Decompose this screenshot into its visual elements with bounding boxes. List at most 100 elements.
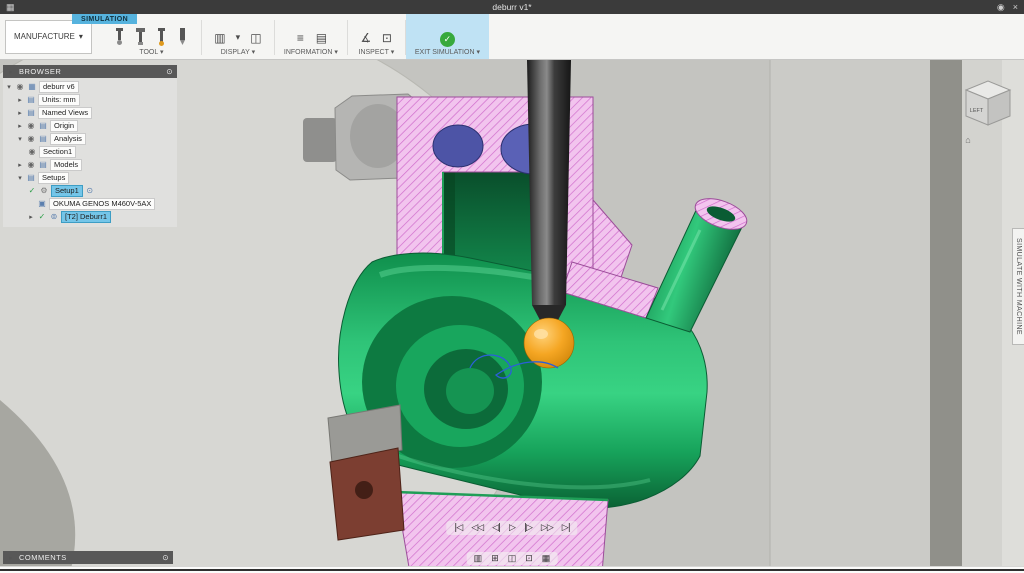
chevron-down-icon: ▾ xyxy=(79,32,83,41)
folder-icon: ▤ xyxy=(26,173,36,182)
browser-item-setup1[interactable]: ✓ ⚙ Setup1 ⊙ xyxy=(5,184,175,197)
browser-item-label[interactable]: OKUMA GENOS M460V-5AX xyxy=(49,198,155,210)
main-toolbar: MANUFACTURE ▾ SIMULATION TOOL ▾ xyxy=(0,14,1024,60)
toolbar-group-tool-label[interactable]: TOOL ▾ xyxy=(139,48,163,56)
browser-item-label[interactable]: Setup1 xyxy=(51,185,83,197)
tool-shaft-icon[interactable] xyxy=(153,28,171,47)
measure-icon[interactable]: ∡ xyxy=(357,28,375,47)
panel-options-icon[interactable]: ⊙ xyxy=(166,67,173,76)
home-view-icon[interactable]: ⌂ xyxy=(958,135,978,145)
tool-holder-icon[interactable] xyxy=(132,28,150,47)
collapse-panel-icon[interactable]: ▸ xyxy=(7,68,15,76)
expander-icon[interactable]: ▸ xyxy=(27,213,35,221)
operation-info-icon[interactable]: ▤ xyxy=(312,28,330,47)
visibility-eye-icon[interactable]: ◉ xyxy=(26,134,36,143)
browser-item-label[interactable]: Origin xyxy=(50,120,78,132)
playback-controls: |◁ ◁◁ ◁| ▷ |▷ ▷▷ ▷| xyxy=(446,521,577,535)
timeline-scrubber[interactable] xyxy=(0,569,1024,571)
browser-item-analysis[interactable]: ▾ ◉ ▤ Analysis xyxy=(5,132,175,145)
statistics-icon[interactable]: ≡ xyxy=(291,28,309,47)
browser-header-label: BROWSER xyxy=(19,67,61,76)
browser-item-setups[interactable]: ▾ ▤ Setups xyxy=(5,171,175,184)
app-grid-icon[interactable]: ▦ xyxy=(6,3,15,12)
viewport-layout-icon[interactable]: ◫ xyxy=(508,553,517,564)
expander-icon[interactable]: ▸ xyxy=(16,122,24,130)
toolbar-group-display-label[interactable]: DISPLAY ▾ xyxy=(221,48,255,56)
exit-simulation-label: EXIT SIMULATION ▾ xyxy=(415,48,480,56)
visibility-eye-icon[interactable]: ◉ xyxy=(27,147,37,156)
simulate-with-machine-tab[interactable]: SIMULATE WITH MACHINE xyxy=(1012,228,1024,345)
workspace-label: MANUFACTURE xyxy=(14,32,75,41)
title-bar: ▦ deburr v1* ◉ × xyxy=(0,0,1024,14)
tab-simulation[interactable]: SIMULATION xyxy=(72,14,137,24)
step-forward-button[interactable]: |▷ xyxy=(521,522,535,534)
simulation-timeline[interactable] xyxy=(0,566,1024,573)
3d-viewport[interactable]: ▸ BROWSER ⊙ ▾ ◉ ▦ deburr v6 ▸ ▤ Units: m… xyxy=(0,60,1024,573)
browser-item-units[interactable]: ▸ ▤ Units: mm xyxy=(5,93,175,106)
expander-icon[interactable]: ▸ xyxy=(16,161,24,169)
browser-item-named-views[interactable]: ▸ ▤ Named Views xyxy=(5,106,175,119)
units-icon: ▤ xyxy=(26,95,36,104)
chevron-down-icon[interactable]: ▾ xyxy=(232,28,244,47)
comments-options-icon[interactable]: ⊙ xyxy=(162,553,169,562)
workspace-dropdown[interactable]: MANUFACTURE ▾ xyxy=(5,20,92,54)
browser-item-label[interactable]: deburr v6 xyxy=(39,81,79,93)
play-button[interactable]: ▷ xyxy=(506,522,518,534)
browser-item-label[interactable]: [T2] Deburr1 xyxy=(61,211,111,223)
expander-icon[interactable]: ▸ xyxy=(16,96,24,104)
exit-simulation-button[interactable]: ✓ EXIT SIMULATION ▾ xyxy=(406,14,489,59)
go-to-end-button[interactable]: ▷| xyxy=(559,522,573,534)
expander-icon[interactable]: ▾ xyxy=(16,174,24,182)
expander-icon[interactable]: ▾ xyxy=(5,83,13,91)
toolbar-group-information: ≡ ▤ INFORMATION ▾ xyxy=(275,14,347,59)
folder-icon: ▤ xyxy=(26,108,36,117)
user-avatar-icon[interactable]: ◉ xyxy=(997,3,1005,12)
document-title: deburr v1* xyxy=(492,2,531,12)
browser-panel: ▸ BROWSER ⊙ ▾ ◉ ▦ deburr v6 ▸ ▤ Units: m… xyxy=(3,65,177,227)
comments-label: COMMENTS xyxy=(19,553,67,562)
step-back-button[interactable]: ◁| xyxy=(489,522,503,534)
display-settings-icon[interactable]: ▥ xyxy=(474,553,483,564)
browser-item-label[interactable]: Models xyxy=(50,159,82,171)
folder-icon: ▤ xyxy=(38,160,48,169)
browser-item-models[interactable]: ▸ ◉ ▤ Models xyxy=(5,158,175,171)
tool-display-icon[interactable] xyxy=(111,28,129,47)
close-icon[interactable]: × xyxy=(1013,3,1018,12)
green-check-icon: ✓ xyxy=(440,32,455,47)
browser-item-label[interactable]: Units: mm xyxy=(38,94,80,106)
browser-item-machine[interactable]: ▣ OKUMA GENOS M460V-5AX xyxy=(5,197,175,210)
viewcube[interactable]: LEFT ⌂ xyxy=(958,74,1014,145)
browser-item-root[interactable]: ▾ ◉ ▦ deburr v6 xyxy=(5,80,175,93)
expander-icon[interactable]: ▾ xyxy=(16,135,24,143)
stock-display-icon[interactable]: ▥ xyxy=(211,28,229,47)
view-navigation-toolbar: ▥ ⊞ ◫ ⊡ ▦ xyxy=(467,552,558,565)
browser-header[interactable]: ▸ BROWSER ⊙ xyxy=(3,65,177,78)
go-to-start-button[interactable]: |◁ xyxy=(451,522,465,534)
browser-item-label[interactable]: Setups xyxy=(38,172,69,184)
visibility-eye-icon[interactable]: ◉ xyxy=(26,160,36,169)
model-display-icon[interactable]: ◫ xyxy=(247,28,265,47)
toolbar-group-inspect-label[interactable]: INSPECT ▾ xyxy=(359,48,395,56)
section-analysis-icon[interactable]: ⊡ xyxy=(378,28,396,47)
check-icon: ✓ xyxy=(37,212,47,221)
browser-item-origin[interactable]: ▸ ◉ ▤ Origin xyxy=(5,119,175,132)
browser-item-label[interactable]: Named Views xyxy=(38,107,92,119)
previous-operation-button[interactable]: ◁◁ xyxy=(468,522,486,534)
toolbar-group-information-label[interactable]: INFORMATION ▾ xyxy=(284,48,338,56)
expander-icon[interactable]: ▸ xyxy=(16,109,24,117)
next-operation-button[interactable]: ▷▷ xyxy=(538,522,556,534)
browser-item-label[interactable]: Section1 xyxy=(39,146,76,158)
visibility-eye-icon[interactable]: ◉ xyxy=(15,82,25,91)
comments-bar[interactable]: ▸ COMMENTS ⊙ xyxy=(3,551,173,564)
browser-item-deburr1[interactable]: ▸ ✓ ⊚ [T2] Deburr1 xyxy=(5,210,175,223)
viewcube-face-label: LEFT xyxy=(970,108,984,114)
visibility-eye-icon[interactable]: ◉ xyxy=(26,121,36,130)
layout-grid-icon[interactable]: ▦ xyxy=(542,553,551,564)
setup-options-icon[interactable]: ⊙ xyxy=(85,186,95,195)
tool-tip-icon[interactable] xyxy=(174,28,192,47)
browser-item-label[interactable]: Analysis xyxy=(50,133,86,145)
expand-comments-icon[interactable]: ▸ xyxy=(7,554,15,562)
look-at-icon[interactable]: ⊡ xyxy=(525,553,533,564)
grid-settings-icon[interactable]: ⊞ xyxy=(491,553,499,564)
browser-item-section1[interactable]: ◉ Section1 xyxy=(5,145,175,158)
